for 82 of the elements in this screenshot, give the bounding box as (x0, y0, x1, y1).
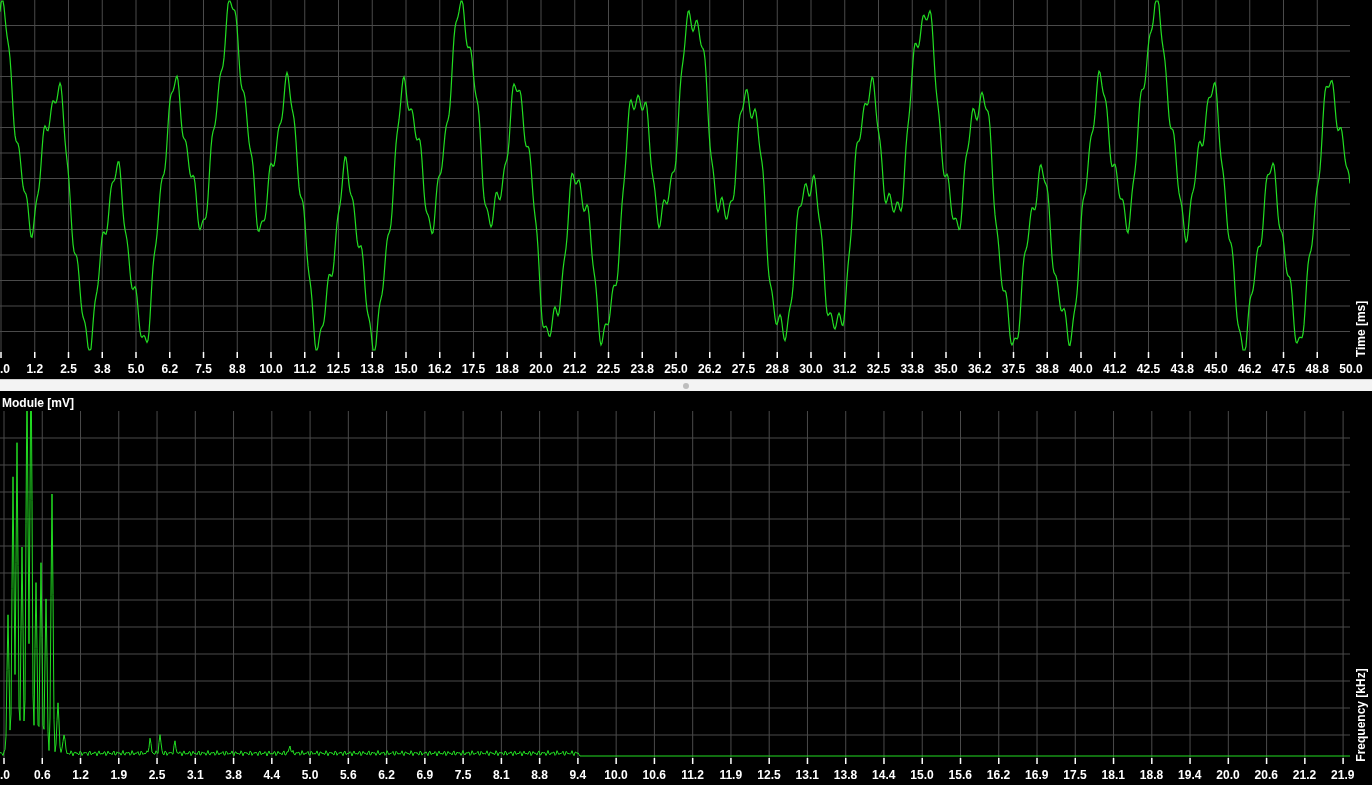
tick-label: 21.9 (1330, 767, 1356, 784)
tick-label: 43.8 (1169, 361, 1195, 378)
tick-label: 26.2 (697, 361, 723, 378)
tick-label: 13.8 (832, 767, 859, 784)
tick-label: 3.8 (224, 767, 243, 784)
tick-label: 17.5 (1062, 767, 1088, 784)
tick-label: 6.2 (160, 361, 180, 378)
tick-label: 25.0 (663, 361, 689, 378)
tick-label: 33.8 (899, 361, 925, 378)
tick-label: 13.1 (794, 767, 820, 784)
tick-label: 10.0 (258, 361, 284, 378)
tick-label: 6.2 (377, 767, 396, 784)
tick-label: 3.8 (92, 361, 112, 378)
tick-label: 35.0 (933, 361, 959, 378)
tick-label: 37.5 (1000, 361, 1027, 378)
tick-label: 8.1 (491, 767, 511, 784)
tick-label: 20.0 (1215, 767, 1241, 784)
tick-label: .0 (0, 361, 11, 378)
tick-label: 5.6 (338, 767, 358, 784)
tick-label: 45.0 (1203, 361, 1229, 378)
tick-label: 40.0 (1068, 361, 1094, 378)
tick-label: 47.5 (1270, 361, 1297, 378)
tick-label: 6.9 (415, 767, 435, 784)
tick-label: .0 (0, 767, 11, 784)
tick-label: 12.5 (756, 767, 782, 784)
tick-label: 20.0 (528, 361, 554, 378)
tick-label: 10.0 (603, 767, 629, 784)
tick-label: 12.5 (325, 361, 352, 378)
tick-label: 36.2 (967, 361, 993, 378)
tick-label: 9.4 (568, 767, 588, 784)
tick-label: 18.8 (1138, 767, 1165, 784)
tick-label: 5.0 (300, 767, 320, 784)
tick-label: 13.8 (359, 361, 385, 378)
axis-label: Module [mV] (2, 395, 74, 411)
tick-label: 15.6 (947, 767, 973, 784)
tick-label: 17.5 (460, 361, 487, 378)
tick-label: 31.2 (832, 361, 858, 378)
tick-label: 8.8 (530, 767, 549, 784)
tick-label: 18.1 (1100, 767, 1126, 784)
tick-label: 15.0 (909, 767, 935, 784)
grip-icon[interactable] (683, 382, 689, 389)
tick-label: 0.6 (32, 767, 52, 784)
tick-label: 32.5 (865, 361, 892, 378)
tick-label: 14.4 (871, 767, 897, 784)
tick-label: 30.0 (798, 361, 824, 378)
tick-label: 20.6 (1253, 767, 1279, 784)
split-handle[interactable] (0, 379, 1372, 391)
tick-label: 27.5 (730, 361, 757, 378)
tick-label: 3.1 (185, 767, 205, 784)
tick-label: 28.8 (764, 361, 790, 378)
tick-label: 2.5 (147, 767, 167, 784)
tick-label: 21.2 (562, 361, 588, 378)
tick-label: 1.2 (25, 361, 45, 378)
tick-label: 16.2 (985, 767, 1012, 784)
tick-label: 42.5 (1135, 361, 1162, 378)
tick-label: 18.8 (494, 361, 520, 378)
tick-label: 4.4 (262, 767, 282, 784)
tick-label: 15.0 (393, 361, 419, 378)
tick-label: 5.0 (126, 361, 146, 378)
tick-label: 21.2 (1291, 767, 1318, 784)
tick-label: 8.8 (227, 361, 247, 378)
tick-label: 7.5 (194, 361, 213, 378)
tick-label: 10.6 (641, 767, 667, 784)
tick-label: 11.2 (680, 767, 705, 784)
tick-label: 7.5 (453, 767, 473, 784)
axis-label: Frequency [kHz] (1353, 668, 1369, 762)
tick-label: 46.2 (1237, 361, 1263, 378)
axis-label: Time [ms] (1353, 300, 1369, 358)
tick-label: 19.4 (1177, 767, 1203, 784)
tick-label: 1.2 (71, 767, 90, 784)
tick-label: 23.8 (629, 361, 655, 378)
tick-label: 38.8 (1034, 361, 1060, 378)
tick-label: 2.5 (59, 361, 78, 378)
tick-label: 22.5 (595, 361, 622, 378)
tick-label: 11.2 (292, 361, 318, 378)
tick-label: 16.9 (1024, 767, 1050, 784)
tick-label: 48.8 (1304, 361, 1330, 378)
tick-label: 41.2 (1102, 361, 1128, 378)
tick-label: 16.2 (427, 361, 453, 378)
tick-label: 11.9 (718, 767, 744, 784)
tick-label: 50.0 (1338, 361, 1364, 378)
tick-label: 1.9 (109, 767, 129, 784)
